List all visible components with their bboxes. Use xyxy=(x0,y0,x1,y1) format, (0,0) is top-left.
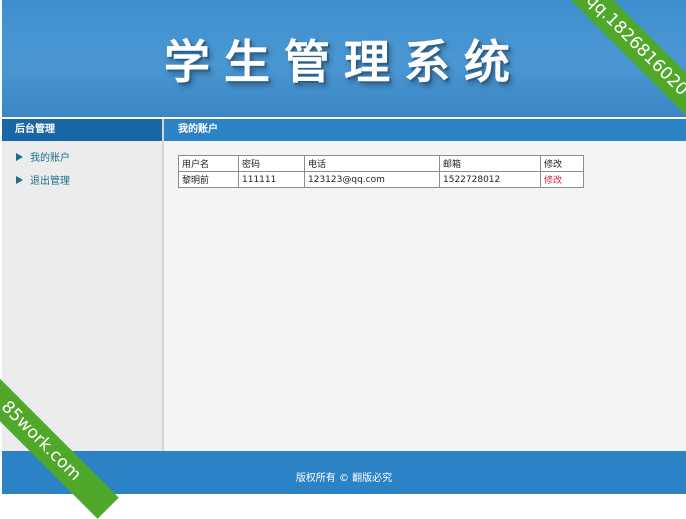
column-header-username: 用户名 xyxy=(178,155,239,172)
account-table: 用户名 密码 电话 邮箱 修改 黎明前 111111 123123@qq.com… xyxy=(178,155,584,188)
site-header: 学生管理系统 xyxy=(2,0,686,117)
copyright-text: 版权所有 © 翻版必究 xyxy=(295,473,393,484)
sidebar-menu: 我的账户 退出管理 xyxy=(2,141,162,193)
edit-link[interactable]: 修改 xyxy=(544,176,562,186)
main-content: 我的账户 用户名 密码 电话 邮箱 修改 黎明前 111111 123123@q… xyxy=(164,119,686,451)
table-header-row: 用户名 密码 电话 邮箱 修改 xyxy=(178,155,584,172)
sidebar-item-label: 退出管理 xyxy=(30,176,70,187)
site-title: 学生管理系统 xyxy=(164,35,524,89)
cell-phone: 123123@qq.com xyxy=(304,171,440,188)
cell-password: 111111 xyxy=(238,171,305,188)
cell-edit: 修改 xyxy=(540,171,584,188)
cell-email: 1522728012 xyxy=(439,171,541,188)
column-header-edit: 修改 xyxy=(540,155,584,172)
sidebar-item-my-account[interactable]: 我的账户 xyxy=(2,147,162,170)
content-heading: 我的账户 xyxy=(164,119,686,141)
table-row: 黎明前 111111 123123@qq.com 1522728012 修改 xyxy=(178,171,584,188)
sidebar-heading: 后台管理 xyxy=(2,119,162,141)
column-header-phone: 电话 xyxy=(304,155,440,172)
arrow-right-icon xyxy=(16,176,23,184)
cell-username: 黎明前 xyxy=(178,171,239,188)
sidebar-item-label: 我的账户 xyxy=(30,153,70,164)
column-header-password: 密码 xyxy=(238,155,305,172)
sidebar: 后台管理 我的账户 退出管理 xyxy=(2,119,164,451)
sidebar-item-logout[interactable]: 退出管理 xyxy=(2,170,162,193)
arrow-right-icon xyxy=(16,153,23,161)
column-header-email: 邮箱 xyxy=(439,155,541,172)
